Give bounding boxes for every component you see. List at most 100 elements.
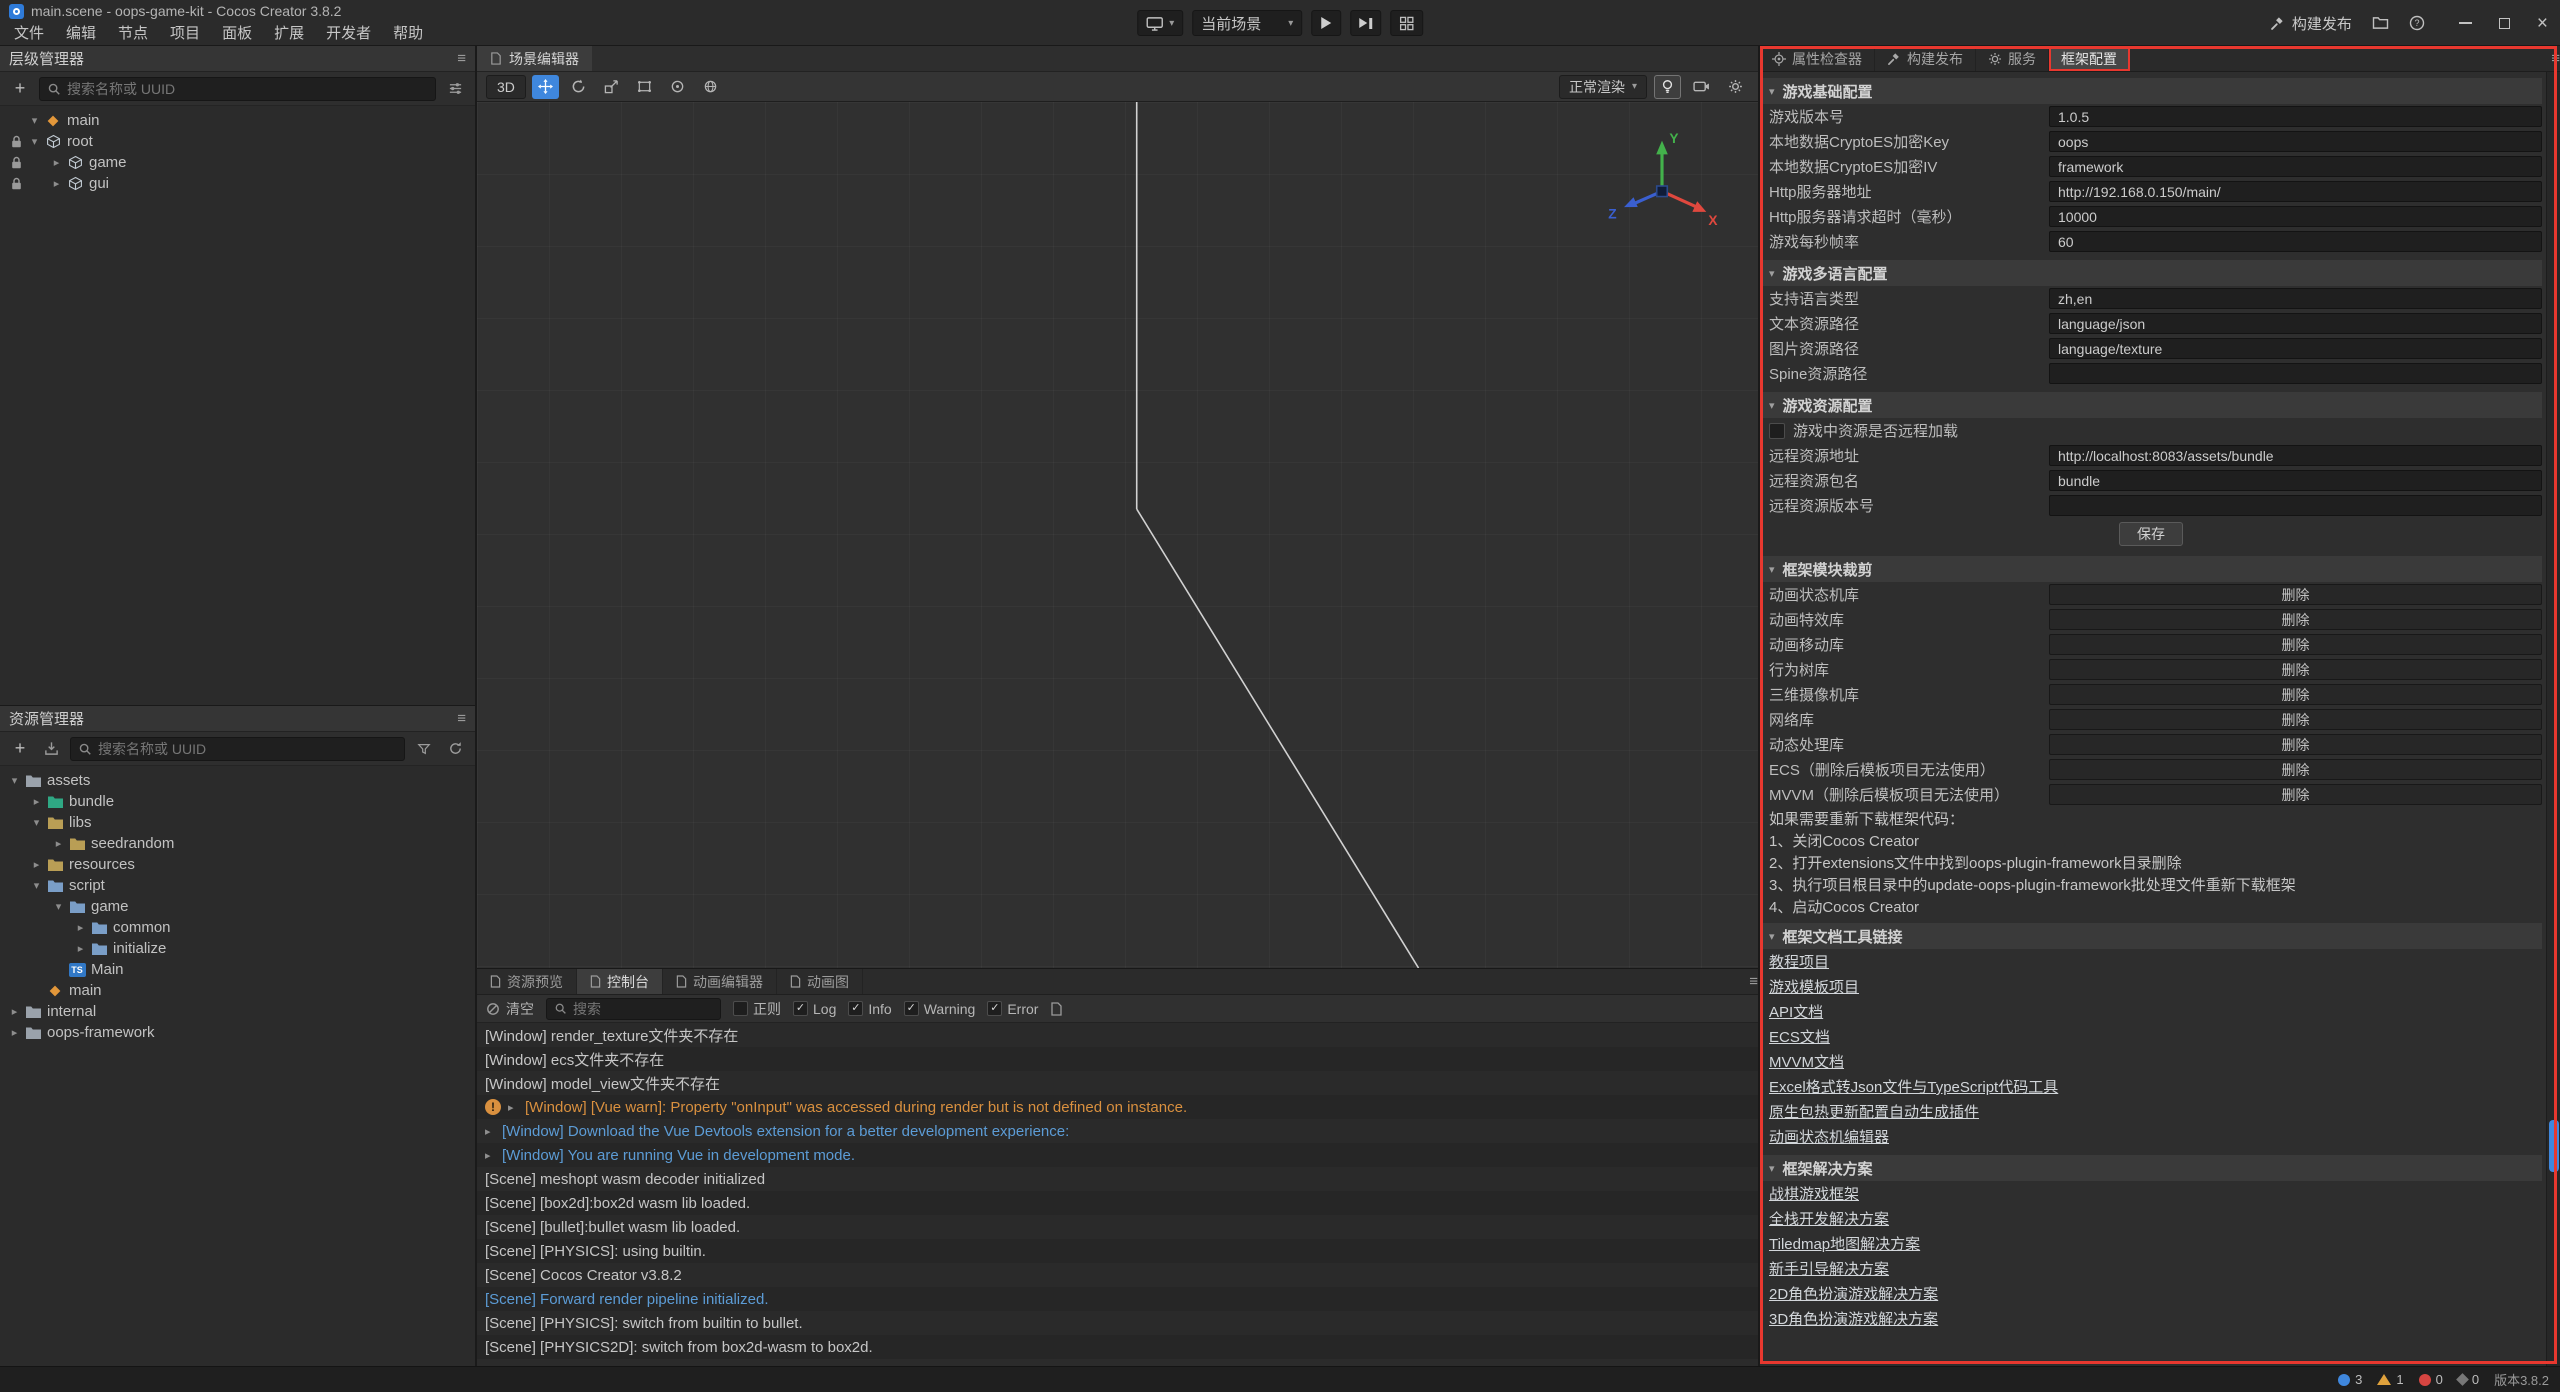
delete-module-button[interactable]: 删除 [2049, 634, 2542, 655]
create-node-button[interactable]: + [8, 77, 32, 101]
tree-item-oops-framework[interactable]: ▸oops-framework [0, 1022, 475, 1043]
tree-item-libs[interactable]: ▾libs [0, 812, 475, 833]
field-input[interactable] [2049, 338, 2542, 359]
doc-link[interactable]: 新手引导解决方案 [1769, 1258, 1889, 1279]
log-row[interactable]: [Scene] Cocos Creator v3.8.2 [477, 1263, 1758, 1287]
field-input[interactable] [2049, 470, 2542, 491]
3d-mode-button[interactable]: 3D [486, 75, 526, 99]
regex-toggle[interactable]: 正则 [733, 999, 781, 1019]
save-button[interactable]: 保存 [2119, 522, 2183, 546]
funnel-icon[interactable] [412, 737, 436, 761]
doc-link[interactable]: 教程项目 [1769, 951, 1829, 972]
delete-module-button[interactable]: 删除 [2049, 659, 2542, 680]
console-tab-3[interactable]: 动画图 [777, 969, 863, 994]
preview-window-button[interactable] [1390, 10, 1423, 36]
section-header[interactable]: ▾游戏资源配置 [1760, 392, 2542, 418]
scene-light-toggle-button[interactable] [1654, 75, 1681, 99]
log-row[interactable]: [Scene] [box2d]:box2d wasm lib loaded. [477, 1191, 1758, 1215]
field-input[interactable] [2049, 363, 2542, 384]
scale-tool-button[interactable] [598, 75, 625, 99]
doc-link[interactable]: Excel格式转Json文件与TypeScript代码工具 [1769, 1076, 2058, 1097]
chevron-down-icon[interactable]: ▾ [26, 114, 43, 127]
console-search[interactable] [546, 998, 721, 1020]
render-mode-select[interactable]: 正常渲染 ▾ [1559, 75, 1647, 99]
build-publish-button[interactable]: 构建发布 [2270, 13, 2352, 34]
console-search-input[interactable] [573, 1001, 713, 1017]
field-input[interactable] [2049, 231, 2542, 252]
chevron-right-icon[interactable]: ▸ [72, 942, 89, 955]
filter-error[interactable]: ✓Error [987, 1001, 1038, 1017]
console-tab-2[interactable]: 动画编辑器 [663, 969, 777, 994]
chevron-right-icon[interactable]: ▸ [72, 921, 89, 934]
menu-item-5[interactable]: 扩展 [263, 22, 315, 46]
doc-link[interactable]: 原生包热更新配置自动生成插件 [1769, 1101, 1979, 1122]
world-local-toggle-button[interactable] [697, 75, 724, 99]
doc-link[interactable]: 游戏模板项目 [1769, 976, 1859, 997]
tree-item-Main[interactable]: TSMain [0, 959, 475, 980]
chevron-down-icon[interactable]: ▾ [28, 816, 45, 829]
menu-item-1[interactable]: 编辑 [55, 22, 107, 46]
tree-item-assets[interactable]: ▾assets [0, 770, 475, 791]
import-asset-icon[interactable] [39, 737, 63, 761]
pivot-toggle-button[interactable] [664, 75, 691, 99]
doc-link[interactable]: MVVM文档 [1769, 1051, 1844, 1072]
log-row[interactable]: [Scene] meshopt wasm decoder initialized [477, 1167, 1758, 1191]
inspector-tab-3[interactable]: 框架配置 [2049, 46, 2130, 71]
warning-count-badge[interactable]: 1 [2377, 1372, 2403, 1387]
tree-item-resources[interactable]: ▸resources [0, 854, 475, 875]
delete-module-button[interactable]: 删除 [2049, 584, 2542, 605]
assets-search[interactable] [70, 737, 405, 761]
menu-item-3[interactable]: 项目 [159, 22, 211, 46]
tree-item-gui[interactable]: ▸gui [0, 173, 475, 194]
chevron-down-icon[interactable]: ▾ [50, 900, 67, 913]
assets-search-input[interactable] [98, 741, 397, 757]
expand-arrow-icon[interactable]: ▸ [485, 1125, 495, 1138]
inspector-scrollbar[interactable] [2546, 72, 2560, 1366]
section-header[interactable]: ▾游戏多语言配置 [1760, 260, 2542, 286]
chevron-right-icon[interactable]: ▸ [48, 156, 65, 169]
field-input[interactable] [2049, 313, 2542, 334]
log-row[interactable]: [Window] model_view文件夹不存在 [477, 1071, 1758, 1095]
doc-link[interactable]: 全栈开发解决方案 [1769, 1208, 1889, 1229]
field-input[interactable] [2049, 495, 2542, 516]
preview-platform-button[interactable]: ▾ [1137, 10, 1183, 36]
menu-item-6[interactable]: 开发者 [315, 22, 382, 46]
chevron-down-icon[interactable]: ▾ [6, 774, 23, 787]
filter-info[interactable]: ✓Info [848, 1001, 891, 1017]
chevron-right-icon[interactable]: ▸ [28, 795, 45, 808]
inspector-tab-0[interactable]: 属性检查器 [1760, 46, 1875, 71]
rotate-tool-button[interactable] [565, 75, 592, 99]
menu-item-0[interactable]: 文件 [3, 22, 55, 46]
log-row[interactable]: [Scene] [PHYSICS2D]: switch from box2d-w… [477, 1335, 1758, 1359]
field-input[interactable] [2049, 106, 2542, 127]
doc-link[interactable]: 动画状态机编辑器 [1769, 1126, 1889, 1147]
doc-link[interactable]: 2D角色扮演游戏解决方案 [1769, 1283, 1938, 1304]
chevron-down-icon[interactable]: ▾ [26, 135, 43, 148]
close-button[interactable]: × [2537, 14, 2548, 33]
tree-item-seedrandom[interactable]: ▸seedrandom [0, 833, 475, 854]
hierarchy-search[interactable] [39, 77, 436, 101]
chevron-right-icon[interactable]: ▸ [6, 1026, 23, 1039]
menu-item-4[interactable]: 面板 [211, 22, 263, 46]
remote-load-checkbox[interactable] [1769, 423, 1785, 439]
panel-menu-icon[interactable]: ≡ [2551, 50, 2560, 67]
filter-warning[interactable]: ✓Warning [904, 1001, 976, 1017]
section-header[interactable]: ▾框架模块裁剪 [1760, 556, 2542, 582]
tree-item-common[interactable]: ▸common [0, 917, 475, 938]
scene-viewport[interactable]: Y X Z [477, 102, 1758, 968]
chevron-right-icon[interactable]: ▸ [6, 1005, 23, 1018]
log-row[interactable]: [Window] ecs文件夹不存在 [477, 1047, 1758, 1071]
refresh-icon[interactable] [443, 737, 467, 761]
delete-module-button[interactable]: 删除 [2049, 684, 2542, 705]
field-input[interactable] [2049, 206, 2542, 227]
field-input[interactable] [2049, 288, 2542, 309]
export-log-icon[interactable] [1050, 1002, 1063, 1016]
scrollbar-thumb[interactable] [2549, 1120, 2559, 1172]
log-row[interactable]: [Window] render_texture文件夹不存在 [477, 1023, 1758, 1047]
doc-link[interactable]: 3D角色扮演游戏解决方案 [1769, 1308, 1938, 1329]
section-header[interactable]: ▾框架解决方案 [1760, 1155, 2542, 1181]
section-header[interactable]: ▾框架文档工具链接 [1760, 923, 2542, 949]
hierarchy-search-input[interactable] [67, 81, 428, 97]
field-input[interactable] [2049, 445, 2542, 466]
info-count-badge[interactable]: 3 [2338, 1372, 2362, 1387]
